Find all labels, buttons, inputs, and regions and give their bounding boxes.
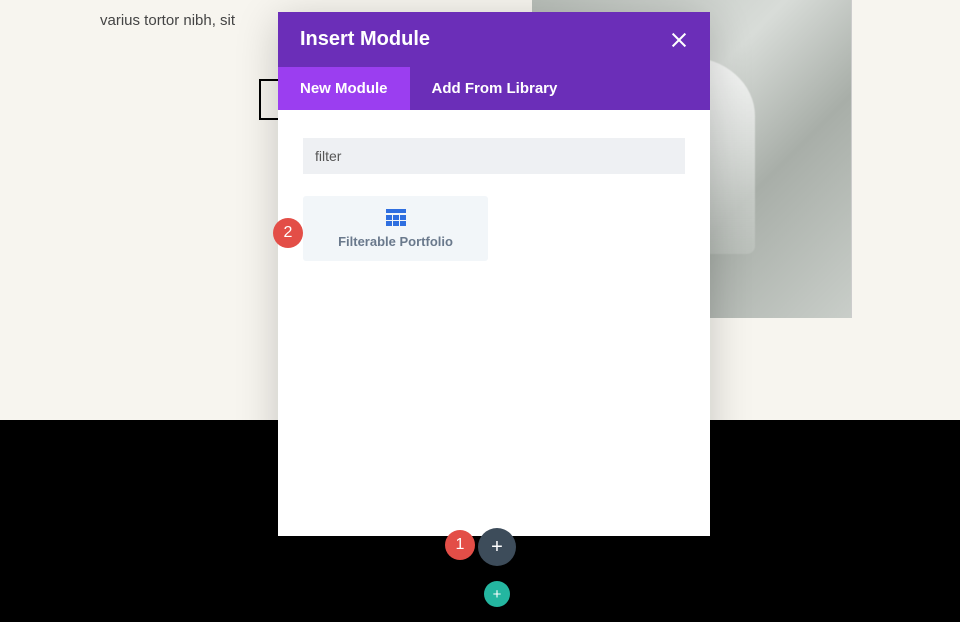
- annotation-2: 2: [273, 218, 303, 248]
- search-input[interactable]: [303, 138, 685, 174]
- modal-title: Insert Module: [300, 28, 430, 51]
- plus-icon: +: [491, 536, 503, 559]
- body-copy-fragment: varius tortor nibh, sit: [100, 12, 235, 29]
- grid-icon: [386, 209, 406, 227]
- add-section-button[interactable]: +: [484, 581, 510, 607]
- module-label: Filterable Portfolio: [338, 234, 453, 249]
- module-filterable-portfolio[interactable]: Filterable Portfolio: [303, 196, 488, 261]
- plus-icon: +: [493, 586, 502, 603]
- close-icon[interactable]: [670, 31, 688, 49]
- annotation-1: 1: [445, 530, 475, 560]
- module-results: Filterable Portfolio: [303, 196, 685, 261]
- tab-new-module[interactable]: New Module: [278, 67, 410, 110]
- add-row-button[interactable]: +: [478, 528, 516, 566]
- modal-header: Insert Module: [278, 12, 710, 67]
- modal-tabs: New Module Add From Library: [278, 67, 710, 110]
- tab-add-from-library[interactable]: Add From Library: [410, 67, 580, 110]
- modal-body: Filterable Portfolio: [278, 110, 710, 536]
- insert-module-modal: Insert Module New Module Add From Librar…: [278, 12, 710, 536]
